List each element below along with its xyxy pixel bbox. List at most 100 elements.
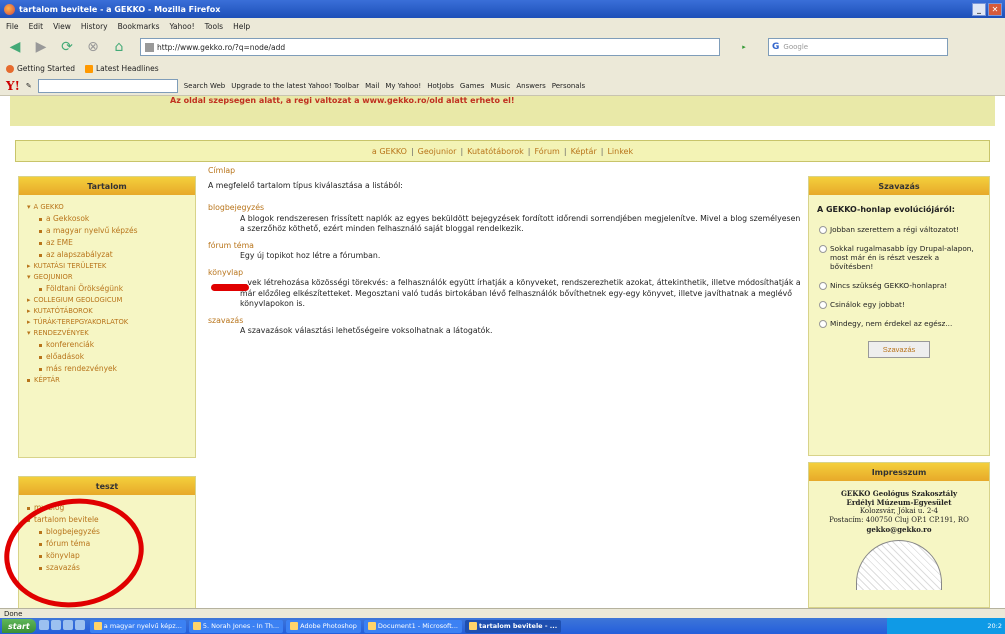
top-navigation: a GEKKO | Geojunior | Kutatótáborok | Fórum… — [15, 140, 990, 162]
topnav-linkek[interactable]: Linkek — [607, 147, 633, 156]
tartalom-menu-item[interactable]: előadások — [27, 352, 187, 361]
menu-history[interactable]: History — [81, 22, 108, 31]
bookmark-latest-headlines[interactable]: Latest Headlines — [85, 64, 159, 73]
firefox-icon — [4, 3, 15, 15]
tartalom-menu-item[interactable]: A GEKKO — [27, 203, 187, 211]
rss-icon — [85, 64, 93, 73]
tartalom-menu-item[interactable]: KUTATÓTÁBOROK — [27, 307, 187, 315]
content-type-description: Egy új topikot hoz létre a fórumban. — [240, 251, 381, 261]
tartalom-menu-item[interactable]: GEOJUNIOR — [27, 273, 187, 281]
pencil-icon[interactable]: ✎ — [26, 82, 32, 90]
yahoo-personals[interactable]: Personals — [552, 82, 585, 90]
taskbar-task[interactable]: Adobe Photoshop — [286, 619, 361, 633]
page-viewport[interactable]: Az oldal szepsegen alatt, a regi valtoza… — [0, 96, 1005, 608]
radio-button[interactable] — [819, 245, 827, 253]
tartalom-menu-item[interactable]: RENDEZVÉNYEK — [27, 329, 187, 337]
radio-button[interactable] — [819, 320, 827, 328]
system-tray: 20:2 — [887, 618, 1005, 634]
yahoo-games[interactable]: Games — [460, 82, 485, 90]
tartalom-menu-item[interactable]: az EME — [27, 238, 187, 247]
bookmark-getting-started[interactable]: Getting Started — [6, 64, 75, 73]
yahoo-answers[interactable]: Answers — [516, 82, 545, 90]
taskbar-task[interactable]: a magyar nyelvű képz... — [89, 619, 186, 633]
taskbar-task[interactable]: tartalom bevitele - ... — [464, 619, 562, 633]
yahoo-search-input[interactable] — [37, 78, 178, 93]
tartalom-menu-item[interactable]: KUTATÁSI TERÜLETEK — [27, 262, 187, 270]
poll-option[interactable]: Mindegy, nem érdekel az egész... — [809, 314, 989, 333]
poll-option-label: Csinálok egy jobbat! — [830, 300, 905, 309]
stop-button[interactable]: ⊗ — [82, 37, 104, 57]
taskbar-task-label: Adobe Photoshop — [300, 622, 357, 630]
tartalom-menu-item[interactable]: az alapszabályzat — [27, 250, 187, 259]
topnav-forum[interactable]: Fórum — [534, 147, 559, 156]
taskbar-task-label: Document1 - Microsoft... — [377, 622, 458, 630]
tartalom-menu-item[interactable]: más rendezvények — [27, 364, 187, 373]
yahoo-logo[interactable]: Y! — [6, 79, 20, 93]
go-button[interactable]: ▸ — [724, 38, 764, 56]
breadcrumb[interactable]: Címlap — [208, 166, 803, 177]
taskbar-task[interactable]: Document1 - Microsoft... — [363, 619, 462, 633]
yahoo-mail[interactable]: Mail — [365, 82, 379, 90]
tartalom-menu-item[interactable]: KÉPTÁR — [27, 376, 187, 384]
impresszum-email[interactable]: gekko@gekko.ro — [815, 525, 983, 534]
clock: 20:2 — [987, 622, 1002, 630]
menu-help[interactable]: Help — [233, 22, 250, 31]
tartalom-menu-item-label: más rendezvények — [46, 364, 117, 373]
poll-option[interactable]: Csinálok egy jobbat! — [809, 295, 989, 314]
forward-button[interactable]: ▶ — [30, 37, 52, 57]
start-button[interactable]: start — [2, 619, 36, 633]
tartalom-menu-item[interactable]: Földtani Örökségünk — [27, 284, 187, 293]
back-button[interactable]: ◀ — [4, 37, 26, 57]
radio-button[interactable] — [819, 282, 827, 290]
minimize-button[interactable]: _ — [972, 2, 986, 16]
url-input[interactable]: http://www.gekko.ro/?q=node/add — [140, 38, 720, 56]
window-titlebar: tartalom bevitele - a GEKKO - Mozilla Fi… — [0, 0, 1005, 18]
topnav-geojunior[interactable]: Geojunior — [418, 147, 457, 156]
impresszum-block-title: Impresszum — [809, 463, 989, 481]
radio-button[interactable] — [819, 226, 827, 234]
quick-launch-icon[interactable] — [74, 620, 85, 630]
bookmarks-toolbar: Getting Started Latest Headlines — [0, 60, 1005, 76]
yahoo-search-web[interactable]: Search Web — [184, 82, 226, 90]
yahoo-hotjobs[interactable]: HotJobs — [427, 82, 454, 90]
firefox-bookmark-icon — [6, 64, 14, 73]
radio-button[interactable] — [819, 301, 827, 309]
quick-launch-icon[interactable] — [50, 620, 61, 630]
yahoo-my-yahoo[interactable]: My Yahoo! — [385, 82, 421, 90]
red-scribble-annotation — [211, 284, 249, 291]
taskbar-task[interactable]: 5. Norah Jones - In Th... — [188, 619, 284, 633]
yahoo-upgrade[interactable]: Upgrade to the latest Yahoo! Toolbar — [231, 82, 359, 90]
tartalom-menu-item[interactable]: a Gekkosok — [27, 214, 187, 223]
content-type-link[interactable]: szavazás — [208, 316, 803, 327]
poll-option[interactable]: Sokkal rugalmasabb így Drupal-alapon, mo… — [809, 239, 989, 276]
home-button[interactable]: ⌂ — [108, 37, 130, 57]
menu-tools[interactable]: Tools — [205, 22, 223, 31]
tartalom-menu-item[interactable]: a magyar nyelvű képzés — [27, 226, 187, 235]
content-type-link[interactable]: könyvlap — [208, 268, 803, 279]
tartalom-menu-item[interactable]: konferenciák — [27, 340, 187, 349]
quick-launch-icon[interactable] — [62, 620, 73, 630]
menu-edit[interactable]: Edit — [29, 22, 44, 31]
vote-button[interactable]: Szavazás — [868, 341, 930, 358]
poll-option[interactable]: Jobban szerettem a régi változatot! — [809, 220, 989, 239]
search-input[interactable]: G Google — [768, 38, 948, 56]
menu-yahoo[interactable]: Yahoo! — [170, 22, 195, 31]
content-type-link[interactable]: fórum téma — [208, 241, 803, 252]
content-type-link[interactable]: blogbejegyzés — [208, 203, 803, 214]
topnav-kutatotaborok[interactable]: Kutatótáborok — [467, 147, 524, 156]
yahoo-music[interactable]: Music — [490, 82, 510, 90]
reload-button[interactable]: ⟳ — [56, 37, 78, 57]
tartalom-menu-item[interactable]: COLLEGIUM GEOLOGICUM — [27, 296, 187, 304]
menu-bookmarks[interactable]: Bookmarks — [118, 22, 160, 31]
quick-launch-icon[interactable] — [38, 620, 49, 630]
app-icon — [367, 622, 376, 630]
close-button[interactable]: ✕ — [988, 2, 1002, 16]
bullet-icon — [27, 378, 30, 382]
topnav-gekko[interactable]: a GEKKO — [372, 147, 407, 156]
topnav-keptar[interactable]: Képtár — [571, 147, 597, 156]
tartalom-menu-item[interactable]: TÚRÁK-TEREPGYAKORLATOK — [27, 318, 187, 326]
taskbar-task-label: tartalom bevitele - ... — [478, 622, 558, 630]
menu-file[interactable]: File — [6, 22, 19, 31]
menu-view[interactable]: View — [53, 22, 71, 31]
poll-option[interactable]: Nincs szükség GEKKO-honlapra! — [809, 276, 989, 295]
